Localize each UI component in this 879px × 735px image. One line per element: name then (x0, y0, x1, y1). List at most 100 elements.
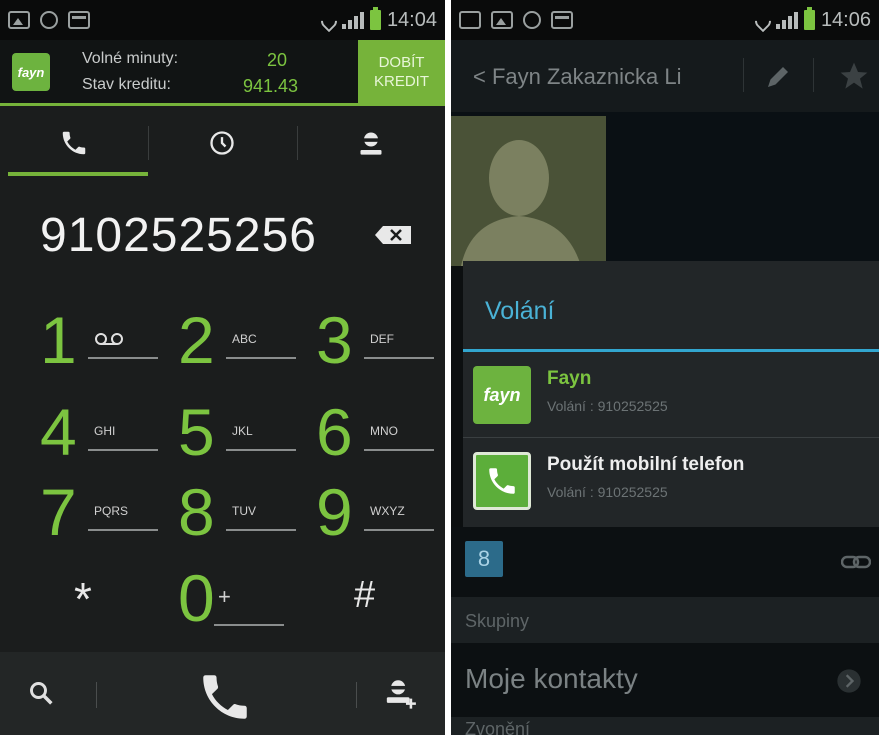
key-letters: MNO (370, 424, 398, 438)
key-underline (226, 357, 296, 359)
key-digit: 0 (178, 561, 215, 635)
backspace-icon[interactable] (373, 224, 413, 246)
key-symbol: # (354, 574, 376, 616)
star-icon[interactable] (837, 60, 871, 92)
tab-contacts[interactable] (296, 110, 445, 176)
key-3[interactable]: 3 DEF (300, 300, 440, 388)
back-button[interactable]: < Fayn Zakaznicka Li (473, 64, 682, 90)
key-0[interactable]: 0 + (162, 558, 302, 646)
divider (743, 58, 744, 92)
key-letters: TUV (232, 504, 256, 518)
dialed-number-display[interactable]: 9102525256 (40, 208, 317, 263)
key-underline (364, 529, 434, 531)
contact-photo[interactable] (451, 116, 606, 266)
key-digit: 9 (316, 475, 353, 549)
top-up-label-line1: DOBÍT (378, 53, 425, 71)
option-mobile-phone[interactable]: Použít mobilní telefon Volání : 91025252… (463, 438, 879, 527)
minutes-value: 20 (267, 50, 288, 70)
top-up-credit-button[interactable]: DOBÍT KREDIT (358, 40, 445, 103)
avatar-silhouette-icon (461, 140, 581, 266)
chevron-right-icon (837, 669, 861, 693)
status-bar: 14:04 (0, 0, 445, 40)
key-2[interactable]: 2 ABC (162, 300, 302, 388)
voicemail-icon (95, 333, 123, 345)
key-letters: JKL (232, 424, 253, 438)
minutes-label: Volné minuty: (82, 50, 179, 67)
key-symbol: * (74, 573, 92, 625)
key-letters: + (218, 584, 231, 609)
fayn-logo: fayn (12, 53, 50, 91)
section-header-groups: Skupiny (451, 597, 879, 643)
dialer-screen: 14:04 fayn Volné minuty: 20 Stav kreditu… (0, 0, 445, 735)
credit-value: 941.43 (243, 76, 299, 96)
dialog-title: Volání (485, 297, 555, 325)
tab-call-log[interactable] (148, 110, 296, 176)
key-6[interactable]: 6 MNO (300, 392, 440, 480)
key-4[interactable]: 4 GHI (24, 392, 164, 480)
key-digit: 5 (178, 395, 215, 469)
google-account-row[interactable]: 8 (451, 527, 879, 597)
calendar-notification-icon (551, 11, 573, 29)
option-name: Použít mobilní telefon (547, 454, 745, 475)
google-icon: 8 (465, 541, 503, 577)
notification-icon (459, 11, 481, 29)
key-7[interactable]: 7 PQRS (24, 472, 164, 560)
key-underline (88, 449, 158, 451)
signal-icon (775, 11, 798, 29)
key-5[interactable]: 5 JKL (162, 392, 302, 480)
key-9[interactable]: 9 WXYZ (300, 472, 440, 560)
option-subtitle: Volání : 910252525 (547, 398, 668, 414)
divider (96, 682, 97, 708)
gallery-notification-icon (491, 11, 513, 29)
link-icon[interactable] (841, 555, 871, 569)
phone-icon (62, 131, 86, 155)
key-letters: WXYZ (370, 504, 405, 518)
gallery-notification-icon (8, 11, 30, 29)
key-digit: 4 (40, 395, 77, 469)
chevron-left-icon: < (473, 64, 492, 89)
contact-icon (360, 132, 382, 155)
option-subtitle: Volání : 910252525 (547, 484, 668, 500)
key-letters: GHI (94, 424, 116, 438)
key-underline (364, 357, 434, 359)
search-icon[interactable] (28, 680, 56, 708)
credit-label: Stav kreditu: (82, 76, 171, 93)
dialer-bottom-bar (0, 652, 445, 735)
key-letters: DEF (370, 332, 394, 346)
contact-action-bar: < Fayn Zakaznicka Li (451, 40, 879, 112)
key-underline (226, 449, 296, 451)
top-up-label-line2: KREDIT (373, 72, 429, 90)
option-fayn[interactable]: fayn Fayn Volání : 910252525 (463, 352, 879, 437)
key-digit: 7 (40, 475, 77, 549)
notification-icon (523, 11, 541, 29)
key-underline (364, 449, 434, 451)
call-via-dialog: Volání fayn Fayn Volání : 910252525 Použ… (463, 261, 879, 527)
key-1[interactable]: 1 (24, 300, 164, 388)
key-digit: 1 (40, 303, 77, 377)
my-contacts-row[interactable]: Moje kontakty (451, 643, 879, 717)
fayn-app-icon: fayn (473, 366, 531, 424)
key-underline (88, 357, 158, 359)
option-name: Fayn (547, 368, 592, 389)
divider (813, 58, 814, 92)
key-underline (88, 529, 158, 531)
phone-icon (489, 468, 515, 494)
tab-keypad[interactable] (0, 110, 149, 176)
status-time: 14:06 (820, 8, 871, 31)
key-digit: 6 (316, 395, 353, 469)
battery-icon (803, 7, 815, 30)
key-digit: 2 (178, 303, 215, 377)
dialer-tabs (0, 110, 445, 176)
edit-icon[interactable] (763, 62, 793, 92)
clock-icon (210, 131, 235, 155)
key-digit: 8 (178, 475, 215, 549)
wifi-icon (318, 11, 336, 29)
wifi-icon (752, 11, 770, 29)
call-button[interactable] (196, 668, 254, 726)
add-contact-icon[interactable] (384, 676, 418, 710)
key-8[interactable]: 8 TUV (162, 472, 302, 560)
divider (356, 682, 357, 708)
key-letters: PQRS (94, 504, 129, 518)
key-hash[interactable]: # (300, 558, 440, 646)
key-star[interactable]: * (24, 558, 164, 646)
